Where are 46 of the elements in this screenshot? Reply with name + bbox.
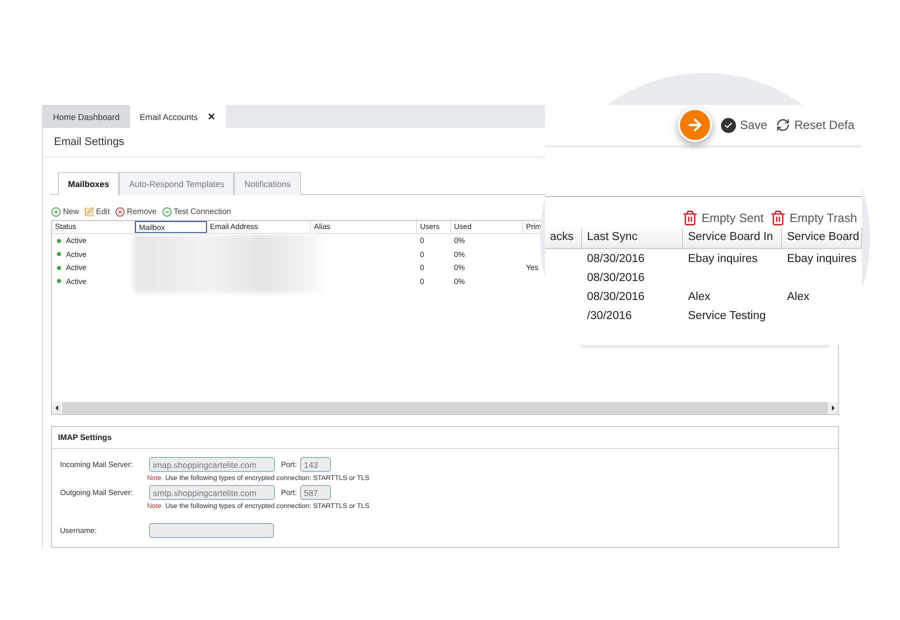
toolbar-button[interactable]: Test Connection xyxy=(162,206,231,216)
check-icon xyxy=(162,206,172,216)
section-tab[interactable]: Auto-Respond Templates xyxy=(119,172,234,195)
status-dot xyxy=(57,266,61,270)
table-cell-text: Service Testing xyxy=(687,310,767,322)
table-cell-text: Alex xyxy=(687,290,712,302)
window-tab[interactable]: Email Accounts xyxy=(130,105,226,128)
right-arrow-icon[interactable] xyxy=(829,404,837,412)
panel-title: IMAP Settings xyxy=(52,427,838,449)
left-arrow-icon[interactable] xyxy=(53,404,61,412)
edit-icon xyxy=(84,206,94,216)
status-dot xyxy=(57,252,61,256)
plus-icon xyxy=(51,206,61,216)
toolbar-button[interactable]: New xyxy=(51,206,80,216)
trash-icon xyxy=(770,210,786,226)
column-header[interactable]: Last Sync xyxy=(582,228,683,249)
port-field[interactable]: 143 xyxy=(300,457,331,472)
empty-button[interactable]: Empty Sent xyxy=(682,210,764,226)
server-field[interactable]: imap.shoppingcartelite.com xyxy=(149,457,275,472)
port-field[interactable]: 587 xyxy=(300,485,331,500)
horizontal-scrollbar[interactable] xyxy=(52,402,838,414)
toolbar-button[interactable]: Edit xyxy=(84,206,110,216)
table-cell-text: 08/30/2016 xyxy=(586,290,646,302)
table-cell-text: 08/30/2016 xyxy=(586,272,646,284)
table-cell-text: Alex xyxy=(786,290,810,302)
table-cell-text: Ebay inquires xyxy=(786,252,858,264)
table-cell-text: 08/30/2016 xyxy=(586,252,646,264)
column-header[interactable]: Service Board xyxy=(782,228,862,249)
table-cell-text: Ebay inquires xyxy=(687,252,759,264)
window-tab[interactable]: Home Dashboard xyxy=(43,105,130,128)
section-tab[interactable]: Notifications xyxy=(234,172,301,195)
refresh-icon xyxy=(776,118,790,132)
check-icon xyxy=(721,118,736,132)
status-dot xyxy=(57,279,61,284)
remove-icon xyxy=(114,206,125,216)
empty-button[interactable]: Empty Trash xyxy=(770,210,857,226)
toolbar-button[interactable]: Remove xyxy=(114,206,157,216)
username-field[interactable] xyxy=(149,523,274,538)
column-header[interactable]: Service Board In xyxy=(683,228,782,249)
column-header[interactable]: acks xyxy=(545,228,582,249)
status-dot xyxy=(57,238,61,243)
server-field[interactable]: smtp.shoppingcartelite.com xyxy=(149,485,275,500)
trash-icon xyxy=(682,210,698,226)
close-icon[interactable] xyxy=(206,112,216,121)
section-tab[interactable]: Mailboxes xyxy=(58,172,120,195)
table-cell-text: /30/2016 xyxy=(586,310,633,322)
